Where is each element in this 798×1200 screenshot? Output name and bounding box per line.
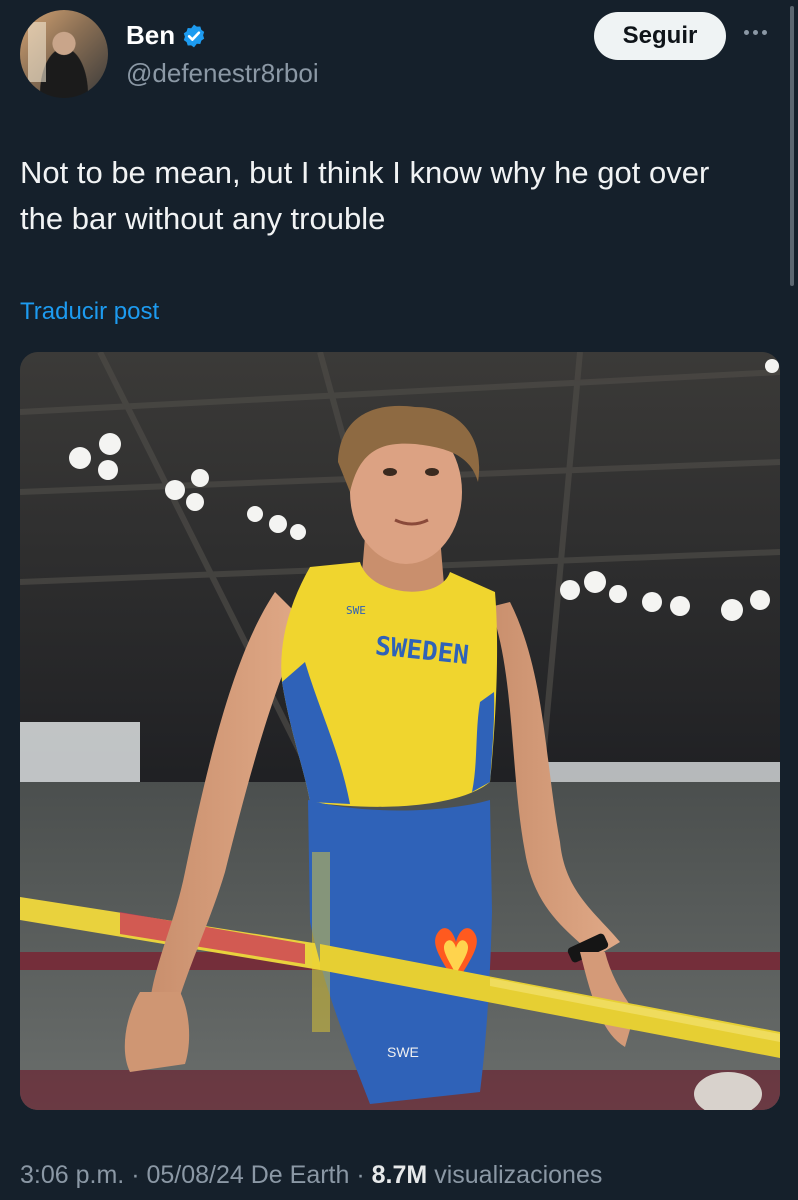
avatar[interactable]: [20, 10, 108, 98]
post-meta: 3:06 p.m. · 05/08/24 De Earth · 8.7M vis…: [20, 1161, 603, 1189]
author-name-row: Ben: [126, 20, 207, 51]
post-image[interactable]: SWEDEN SWE SWE: [20, 352, 780, 1110]
verified-badge-icon: [183, 24, 205, 47]
author-name[interactable]: Ben: [126, 20, 175, 51]
translate-post-link[interactable]: Traducir post: [20, 298, 159, 326]
post-time[interactable]: 3:06 p.m.: [20, 1161, 124, 1189]
shorts-code-text: SWE: [387, 1044, 419, 1060]
scrollbar[interactable]: [790, 6, 794, 286]
views-label: visualizaciones: [434, 1161, 603, 1189]
post-source: De Earth: [250, 1161, 350, 1189]
more-horizontal-icon[interactable]: [744, 22, 780, 42]
post-text: Not to be mean, but I think I know why h…: [20, 155, 710, 236]
athlete-photo: SWEDEN SWE SWE: [20, 352, 780, 1110]
follow-button[interactable]: Seguir: [594, 12, 726, 60]
post-date[interactable]: 05/08/24: [146, 1161, 243, 1189]
jersey-code-text: SWE: [346, 604, 366, 617]
views-count: 8.7M: [371, 1161, 428, 1189]
post-header: Ben @defenestr8rboi Seguir: [0, 0, 798, 110]
author-handle[interactable]: @defenestr8rboi: [126, 58, 319, 89]
